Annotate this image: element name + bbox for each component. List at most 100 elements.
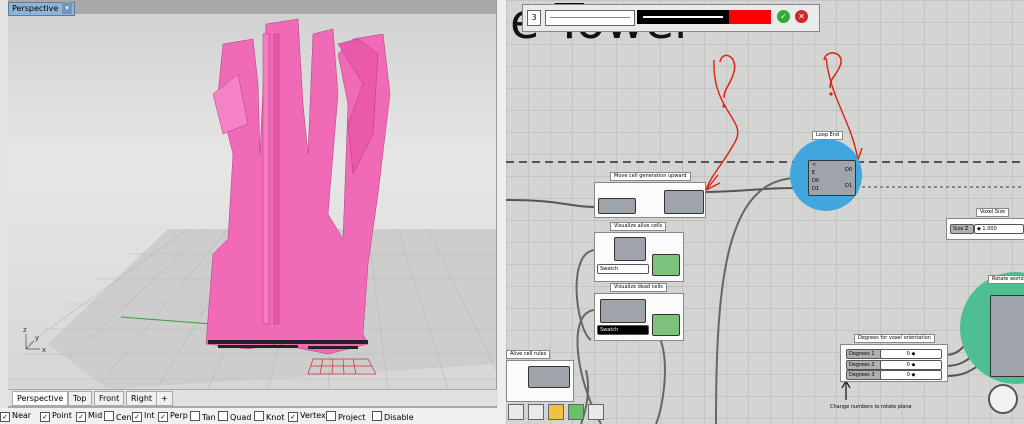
slider-value-field[interactable]: 3 — [527, 10, 541, 26]
loop-port-label: < — [812, 162, 817, 168]
group-label-voxel-size: Voxel Size — [976, 208, 1010, 217]
color-swatch[interactable] — [729, 10, 771, 24]
group-label-alive-rules: Alive cell rules — [506, 350, 551, 359]
rotate-world-component[interactable] — [990, 295, 1024, 377]
slider-track[interactable] — [545, 10, 635, 26]
checkbox-icon[interactable]: ✓ — [158, 412, 168, 422]
checkbox-icon[interactable]: ✓ — [288, 412, 298, 422]
degrees-1-label: Degrees 1 — [846, 349, 882, 359]
swatch-label: Swatch — [600, 327, 619, 333]
gizmo-y-label: y — [35, 334, 39, 342]
checkbox-icon[interactable]: ✓ — [76, 412, 86, 422]
group-label-degrees: Degrees for voxel orientation — [854, 334, 935, 343]
voxel-size-slider[interactable]: ◆ 1.000 — [974, 224, 1024, 234]
loop-port-label: E — [812, 170, 816, 176]
rotate-plane-note: Change numbers to rotate plane — [830, 404, 912, 410]
display-preview-alive[interactable] — [652, 254, 680, 276]
swatch-label: Swatch — [600, 266, 619, 272]
wire — [506, 199, 597, 208]
view-tab-bar: Perspective Top Front Right + — [8, 390, 498, 406]
osnap-label: Near — [12, 411, 32, 420]
group-label-rotate-world: Rotate world — [988, 275, 1024, 284]
voxel-tower — [205, 18, 391, 355]
viewport-menu-arrow-icon[interactable]: ▾ — [62, 2, 72, 14]
toolbar-icon[interactable] — [548, 404, 564, 420]
checkbox-icon[interactable] — [326, 411, 336, 421]
rule-component[interactable] — [528, 366, 570, 388]
group-label-dead-vis: Visualize dead cells — [610, 283, 667, 292]
left-toolbar-strip — [0, 0, 8, 424]
perspective-viewport[interactable]: x y z — [8, 14, 500, 390]
loop-port-label: D1 — [844, 183, 852, 189]
degrees-2-label: Degrees 2 — [846, 360, 882, 370]
add-view-tab-icon[interactable]: + — [156, 391, 173, 406]
tab-front[interactable]: Front — [94, 391, 125, 406]
osnap-label: Point — [52, 411, 72, 420]
confirm-check-icon[interactable]: ✓ — [777, 10, 790, 23]
gradient-preview — [637, 10, 729, 24]
osnap-tan[interactable]: Tan — [190, 411, 216, 423]
move-component[interactable] — [664, 190, 704, 214]
osnap-label: Knot — [266, 413, 285, 422]
navigation-wheel-icon[interactable] — [988, 384, 1018, 414]
degrees-3-label: Degrees 3 — [846, 370, 882, 380]
number-slider-widget[interactable]: 3 ✓ ✕ — [522, 4, 820, 32]
loop-port-label: D0 — [844, 167, 852, 173]
group-label-alive-vis: Visualize alive cells — [610, 222, 667, 231]
osnap-perp[interactable]: ✓ Perp — [158, 411, 188, 422]
osnap-label: Perp — [170, 411, 188, 420]
display-preview-dead[interactable] — [652, 314, 680, 336]
degrees-3-slider[interactable]: 0 ◆ — [880, 370, 942, 380]
group-label-move: Move cell generation upward — [610, 172, 691, 181]
osnap-int[interactable]: ✓ Int — [132, 411, 155, 422]
toolbar-icon[interactable] — [528, 404, 544, 420]
checkbox-icon[interactable]: ✓ — [0, 412, 10, 422]
osnap-quad[interactable]: Quad — [218, 411, 251, 423]
osnap-vertex[interactable]: ✓ Vertex — [288, 411, 326, 422]
toolbar-icon[interactable] — [508, 404, 524, 420]
toolbar-icon[interactable] — [588, 404, 604, 420]
checkbox-icon[interactable] — [190, 411, 200, 421]
viewport-scene: x y z — [8, 18, 499, 390]
custom-preview-dead[interactable] — [600, 299, 646, 323]
wire — [715, 177, 797, 424]
checkbox-icon[interactable] — [254, 411, 264, 421]
osnap-cen[interactable]: Cen — [104, 411, 132, 423]
osnap-near[interactable]: ✓ Near — [0, 411, 31, 422]
swatch-alive[interactable]: Swatch — [597, 264, 649, 274]
checkbox-icon[interactable] — [218, 411, 228, 421]
tab-perspective[interactable]: Perspective — [12, 391, 69, 406]
voxel-size-label: Size Z — [950, 224, 974, 234]
osnap-point[interactable]: ✓ Point — [40, 411, 72, 422]
osnap-knot[interactable]: Knot — [254, 411, 284, 423]
osnap-label: Quad — [230, 413, 252, 422]
osnap-disable[interactable]: Disable — [372, 411, 414, 423]
osnap-project[interactable]: Project — [326, 411, 365, 423]
checkbox-icon[interactable]: ✓ — [132, 412, 142, 422]
osnap-label: Disable — [384, 413, 414, 422]
checkbox-icon[interactable] — [372, 411, 382, 421]
wire — [701, 187, 797, 193]
osnap-mid[interactable]: ✓ Mid — [76, 411, 102, 422]
loop-port-label: D0 — [812, 178, 820, 184]
osnap-label: Project — [338, 413, 366, 422]
osnap-label: Cen — [116, 413, 132, 422]
loop-end-component[interactable]: < E D0 D1 D0 D1 — [808, 160, 856, 196]
degrees-2-slider[interactable]: 0 ◆ — [880, 360, 942, 370]
tab-top[interactable]: Top — [68, 391, 92, 406]
checkbox-icon[interactable]: ✓ — [40, 412, 50, 422]
custom-preview-component[interactable] — [614, 237, 646, 261]
loop-port-label: D1 — [812, 186, 820, 192]
vector-component[interactable] — [598, 198, 636, 214]
checkbox-icon[interactable] — [104, 411, 114, 421]
degrees-1-slider[interactable]: 0 ◆ — [880, 349, 942, 359]
cancel-close-icon[interactable]: ✕ — [795, 10, 808, 23]
toolbar-icon[interactable] — [568, 404, 584, 420]
tab-right[interactable]: Right — [126, 391, 158, 406]
arrow-annotation — [705, 59, 739, 191]
question-mark-annotation — [719, 54, 736, 99]
osnap-label: Mid — [88, 411, 103, 420]
osnap-label: Vertex — [300, 411, 326, 420]
swatch-dead[interactable]: Swatch — [597, 325, 649, 335]
gizmo-z-label: z — [23, 326, 27, 334]
